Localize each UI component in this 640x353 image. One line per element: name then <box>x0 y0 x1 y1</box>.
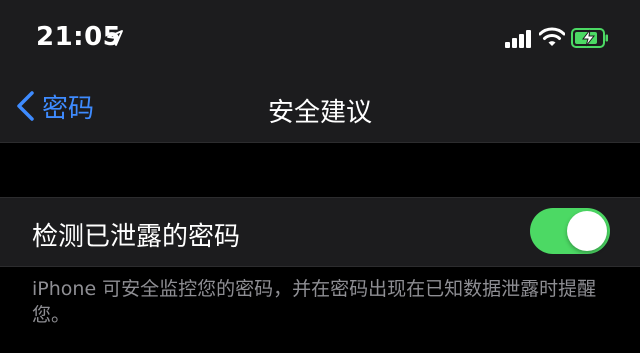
wifi-icon <box>539 27 565 46</box>
detect-leaked-passwords-row: 检测已泄露的密码 <box>0 197 640 267</box>
screen: 21:05 密码 安全建议 检测已泄露的密码 iPhone 可安全监控您的密码，… <box>0 0 640 353</box>
signal-icon <box>505 30 531 48</box>
status-bar: 21:05 <box>0 0 640 72</box>
section-spacer <box>0 143 640 197</box>
location-icon <box>107 30 123 46</box>
section-footer-description: iPhone 可安全监控您的密码，并在密码出现在已知数据泄露时提醒您。 <box>32 278 597 326</box>
detect-leaked-passwords-label: 检测已泄露的密码 <box>32 222 241 252</box>
page-title: 安全建议 <box>267 98 372 128</box>
toggle-knob <box>567 211 607 251</box>
navigation-bar: 密码 安全建议 <box>0 72 640 143</box>
detect-leaked-passwords-toggle[interactable] <box>530 208 610 254</box>
battery-charging-icon <box>571 28 608 48</box>
